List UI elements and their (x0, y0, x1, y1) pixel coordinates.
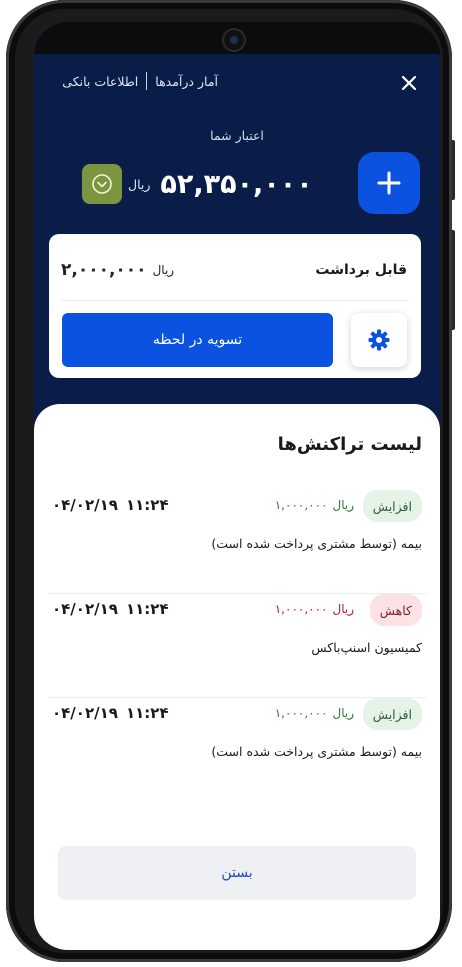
transactions-sheet: لیست تراکنش‌ها افزایش ۱,۰۰۰,۰۰۰ ریال ۱۱:… (34, 404, 440, 950)
balance-amount: ۵۲,۳۵۰,۰۰۰ (160, 168, 313, 200)
amount-value: ۱,۰۰۰,۰۰۰ (274, 602, 328, 616)
screen: آمار درآمدها اطلاعات بانکی اعتبار شما ری… (34, 22, 440, 950)
top-bar: آمار درآمدها اطلاعات بانکی (34, 54, 440, 110)
chevron-down-icon[interactable] (82, 164, 122, 204)
phone-frame: آمار درآمدها اطلاعات بانکی اعتبار شما ری… (6, 0, 452, 962)
withdrawable-value: ۲,۰۰۰,۰۰۰ (61, 260, 147, 280)
withdrawable-label: قابل برداشت (315, 262, 407, 278)
income-stats-link[interactable]: آمار درآمدها (155, 74, 218, 89)
transaction-date: ۰۴/۰۲/۱۹ (52, 496, 118, 514)
amount-currency: ریال (332, 602, 354, 616)
instant-settle-button[interactable]: تسویه در لحظه (62, 313, 333, 367)
balance-label: اعتبار شما (210, 128, 264, 143)
transaction-time: ۱۱:۲۴ (126, 600, 169, 618)
balance-row: ریال ۵۲,۳۵۰,۰۰۰ (82, 164, 313, 204)
transaction-date: ۰۴/۰۲/۱۹ (52, 704, 118, 722)
top-links: آمار درآمدها اطلاعات بانکی (48, 72, 218, 90)
transaction-item[interactable]: افزایش ۱,۰۰۰,۰۰۰ ریال ۱۱:۲۴ ۰۴/۰۲/۱۹ بیم… (34, 698, 440, 802)
type-badge: افزایش (362, 698, 422, 730)
card-divider (61, 300, 409, 301)
status-bar (34, 22, 440, 54)
transaction-amount: ۱,۰۰۰,۰۰۰ ریال (275, 498, 354, 512)
transaction-description: بیمه (توسط مشتری پرداخت شده است) (211, 744, 422, 759)
type-badge: کاهش (369, 594, 422, 626)
transaction-item[interactable]: افزایش ۱,۰۰۰,۰۰۰ ریال ۱۱:۲۴ ۰۴/۰۲/۱۹ بیم… (34, 490, 440, 594)
gear-icon (368, 329, 390, 351)
withdrawable-currency: ریال (152, 263, 175, 277)
transaction-date: ۰۴/۰۲/۱۹ (52, 600, 118, 618)
transaction-item[interactable]: کاهش ۱,۰۰۰,۰۰۰ ریال ۱۱:۲۴ ۰۴/۰۲/۱۹ کمیسی… (34, 594, 440, 698)
camera-icon (224, 30, 244, 50)
plus-icon (377, 171, 401, 195)
transaction-amount: ۱,۰۰۰,۰۰۰ ریال (275, 706, 354, 720)
amount-currency: ریال (332, 706, 354, 720)
links-divider (146, 72, 148, 90)
transaction-amount: ۱,۰۰۰,۰۰۰ ریال (275, 602, 354, 616)
transaction-description: کمیسیون اسنپ‌باکس (311, 640, 422, 655)
transaction-time: ۱۱:۲۴ (126, 704, 169, 722)
bank-info-link[interactable]: اطلاعات بانکی (62, 74, 138, 89)
transactions-title: لیست تراکنش‌ها (277, 434, 422, 455)
transaction-description: بیمه (توسط مشتری پرداخت شده است) (211, 536, 422, 551)
close-button[interactable]: بستن (58, 846, 416, 900)
balance-currency: ریال (128, 176, 151, 192)
add-credit-button[interactable] (358, 152, 420, 214)
withdraw-card: قابل برداشت ۲,۰۰۰,۰۰۰ ریال تسویه در لحظه (49, 234, 421, 378)
withdrawable-amount: ۲,۰۰۰,۰۰۰ ریال (61, 260, 174, 280)
amount-value: ۱,۰۰۰,۰۰۰ (274, 498, 328, 512)
transaction-time: ۱۱:۲۴ (126, 496, 169, 514)
close-icon[interactable] (396, 70, 422, 96)
type-badge: افزایش (362, 490, 422, 522)
amount-currency: ریال (332, 498, 354, 512)
settings-button[interactable] (351, 313, 407, 367)
amount-value: ۱,۰۰۰,۰۰۰ (274, 706, 328, 720)
